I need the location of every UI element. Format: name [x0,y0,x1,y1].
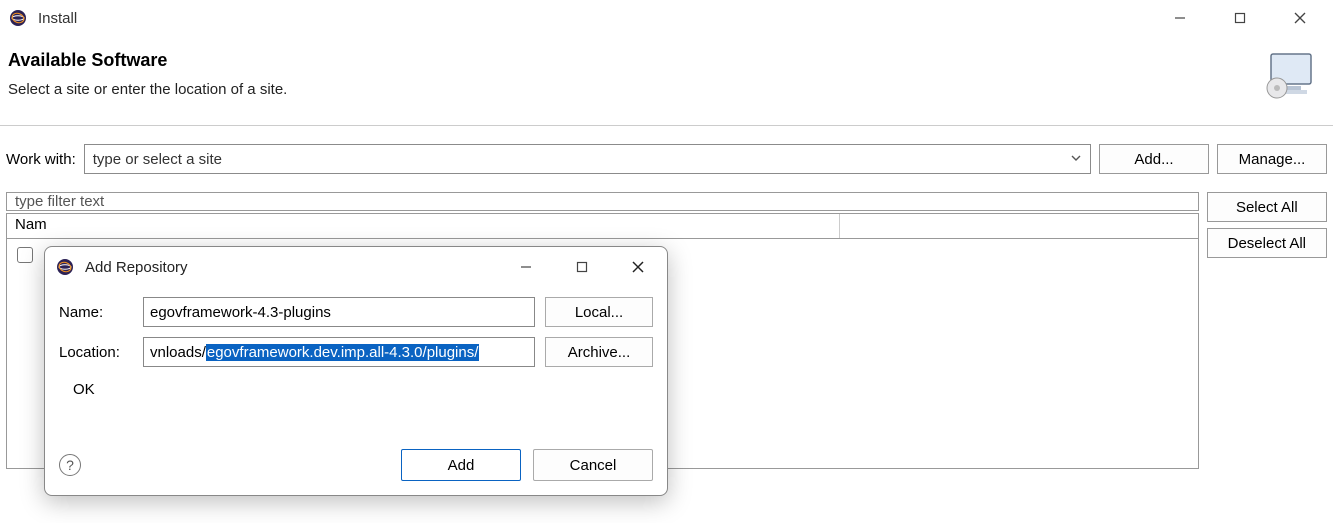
work-with-label: Work with: [6,151,76,168]
cancel-button[interactable]: Cancel [533,449,653,481]
dialog-close-button[interactable] [623,252,653,282]
deselect-all-label: Deselect All [1228,235,1306,252]
add-button-label: Add [448,457,475,474]
name-input[interactable]: egovframework-4.3-plugins [143,297,535,327]
dialog-window-controls [511,252,657,282]
manage-sites-label: Manage... [1239,151,1306,168]
select-all-button[interactable]: Select All [1207,192,1327,222]
column-name[interactable]: Nam [7,214,840,238]
filter-text-input[interactable]: type filter text [6,192,1199,211]
list-header: Nam [6,213,1199,239]
install-banner-icon [1263,50,1315,105]
column-version[interactable] [840,214,1197,238]
work-with-row: Work with: type or select a site Add... … [0,126,1333,174]
location-prefix: vnloads/ [150,344,206,361]
dialog-maximize-button[interactable] [567,252,597,282]
filter-placeholder: type filter text [15,193,104,210]
page-subtitle: Select a site or enter the location of a… [8,81,287,98]
help-icon[interactable]: ? [59,454,81,476]
work-with-placeholder: type or select a site [93,151,222,168]
location-input[interactable]: vnloads/egovframework.dev.imp.all-4.3.0/… [143,337,535,367]
dialog-footer: ? Add Cancel [45,439,667,495]
archive-button[interactable]: Archive... [545,337,653,367]
select-all-label: Select All [1236,199,1298,216]
minimize-button[interactable] [1165,3,1195,33]
dialog-minimize-button[interactable] [511,252,541,282]
name-row: Name: egovframework-4.3-plugins Local... [59,297,653,327]
close-button[interactable] [1285,3,1315,33]
location-label: Location: [59,344,133,361]
page-title: Available Software [8,50,287,71]
dialog-title: Add Repository [85,259,188,276]
local-button[interactable]: Local... [545,297,653,327]
add-repository-dialog: Add Repository Name: egovframework-4.3-p… [44,246,668,496]
local-button-label: Local... [575,304,623,321]
archive-button-label: Archive... [568,344,631,361]
name-value: egovframework-4.3-plugins [150,304,331,321]
location-row: Location: vnloads/egovframework.dev.imp.… [59,337,653,367]
eclipse-icon [8,8,28,28]
manage-sites-button[interactable]: Manage... [1217,144,1327,174]
add-button[interactable]: Add [401,449,521,481]
add-site-label: Add... [1134,151,1173,168]
maximize-button[interactable] [1225,3,1255,33]
status-text: OK [59,377,653,398]
window-controls [1165,3,1325,33]
window-title: Install [38,10,77,27]
work-with-combo[interactable]: type or select a site [84,144,1091,174]
wizard-header: Available Software Select a site or ente… [0,36,1333,126]
dialog-titlebar: Add Repository [45,247,667,287]
chevron-down-icon [1070,151,1082,167]
location-selected-text: egovframework.dev.imp.all-4.3.0/plugins/ [206,344,480,361]
name-label: Name: [59,304,133,321]
dialog-body: Name: egovframework-4.3-plugins Local...… [45,287,667,439]
eclipse-icon [55,257,75,277]
add-site-button[interactable]: Add... [1099,144,1209,174]
cancel-button-label: Cancel [570,457,617,474]
list-row-checkbox[interactable] [17,247,33,263]
deselect-all-button[interactable]: Deselect All [1207,228,1327,258]
main-titlebar: Install [0,0,1333,36]
selection-buttons: Select All Deselect All [1207,192,1327,258]
